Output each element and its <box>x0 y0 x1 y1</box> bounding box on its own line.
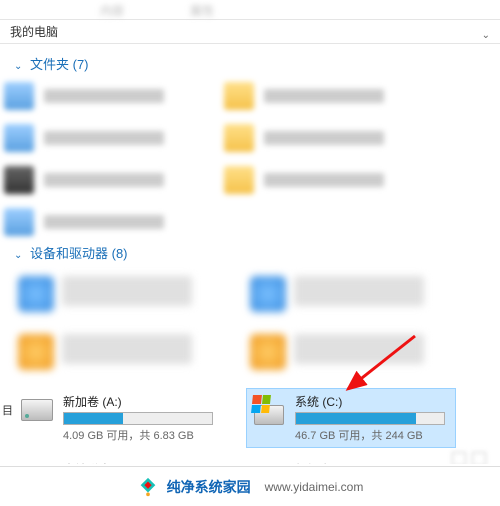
explorer-content: ⌄ 文件夹 (7) <box>0 44 500 464</box>
folder-icon <box>4 82 34 110</box>
folder-icon <box>4 166 34 194</box>
cloud-drive-icon <box>18 276 54 312</box>
chevron-down-icon: ⌄ <box>14 250 22 261</box>
drive-usage-bar <box>295 412 445 425</box>
breadcrumb-path: 我的电脑 <box>10 25 58 39</box>
drive-item-blurred[interactable] <box>246 330 456 380</box>
drive-label: 新加卷 (E:) <box>295 461 451 464</box>
section-drives-header[interactable]: ⌄ 设备和驱动器 (8) <box>0 239 500 268</box>
folder-icon <box>4 124 34 152</box>
watermark-brand: 纯净系统家园 <box>167 477 251 497</box>
drive-item-blurred[interactable] <box>14 330 224 380</box>
folder-label <box>44 89 164 103</box>
hdd-icon <box>19 393 55 427</box>
folders-grid <box>0 79 500 239</box>
folder-item[interactable] <box>4 79 214 113</box>
folder-icon <box>224 124 254 152</box>
folder-item[interactable] <box>224 163 434 197</box>
drive-icon <box>18 334 54 370</box>
drive-item-blurred[interactable] <box>14 272 224 322</box>
section-folders-title: 文件夹 (7) <box>30 57 89 72</box>
folder-item[interactable] <box>4 205 214 239</box>
folder-item[interactable] <box>4 121 214 155</box>
windows-logo-icon <box>251 395 271 413</box>
folder-label <box>264 131 384 145</box>
folder-label <box>264 173 384 187</box>
folder-label <box>44 131 164 145</box>
left-marker: 目 <box>2 402 13 418</box>
drive-item-c[interactable]: 系统 (C:) 46.7 GB 可用，共 244 GB <box>246 388 456 448</box>
watermark-url: www.yidaimei.com <box>265 480 364 494</box>
drive-free-text: 4.09 GB 可用，共 6.83 GB <box>63 427 219 443</box>
drive-usage-bar <box>63 412 213 425</box>
folder-icon <box>224 82 254 110</box>
drive-label <box>62 334 192 364</box>
hdd-icon <box>251 461 287 464</box>
folder-icon <box>224 166 254 194</box>
section-folders-header[interactable]: ⌄ 文件夹 (7) <box>0 50 500 79</box>
folder-label <box>44 173 164 187</box>
window-toolbar: 内容 属性 <box>0 0 500 20</box>
drive-item-a[interactable]: 新加卷 (A:) 4.09 GB 可用，共 6.83 GB <box>14 388 224 448</box>
drive-label: 本地磁盘 (D:) <box>63 461 219 464</box>
folder-item[interactable] <box>224 121 434 155</box>
drive-item-blurred[interactable] <box>246 272 456 322</box>
drive-label <box>294 334 424 364</box>
folder-label <box>44 215 164 229</box>
drive-icon <box>250 334 286 370</box>
drive-usage-fill <box>64 413 123 424</box>
drive-label: 新加卷 (A:) <box>63 393 219 410</box>
drives-grid: 新加卷 (A:) 4.09 GB 可用，共 6.83 GB <box>0 268 500 464</box>
drive-label: 系统 (C:) <box>295 393 451 410</box>
folder-item[interactable] <box>224 79 434 113</box>
section-drives-title: 设备和驱动器 (8) <box>30 246 128 261</box>
hdd-icon <box>19 461 55 464</box>
brand-logo-icon <box>137 476 159 498</box>
folder-label <box>264 89 384 103</box>
tab-content[interactable]: 内容 <box>100 2 124 19</box>
drive-label <box>62 276 192 306</box>
drive-usage-fill <box>296 413 416 424</box>
folder-item[interactable] <box>4 163 214 197</box>
view-mode-icons[interactable] <box>452 452 486 464</box>
drive-label <box>294 276 424 306</box>
folder-icon <box>4 208 34 236</box>
drive-free-text: 46.7 GB 可用，共 244 GB <box>295 427 451 443</box>
watermark: 纯净系统家园 www.yidaimei.com <box>0 466 500 506</box>
system-drive-icon <box>251 393 287 427</box>
tab-properties[interactable]: 属性 <box>190 2 214 19</box>
chevron-down-icon: ⌄ <box>14 61 22 72</box>
cloud-drive-icon <box>250 276 286 312</box>
drive-item-e[interactable]: 新加卷 (E:) 58.1 GB 可用，共 <box>246 456 456 464</box>
breadcrumb[interactable]: 我的电脑 ⌄ <box>0 20 500 44</box>
drive-item-d[interactable]: 本地磁盘 (D:) 42.4 GB 可用，共 99.9 GB <box>14 456 224 464</box>
